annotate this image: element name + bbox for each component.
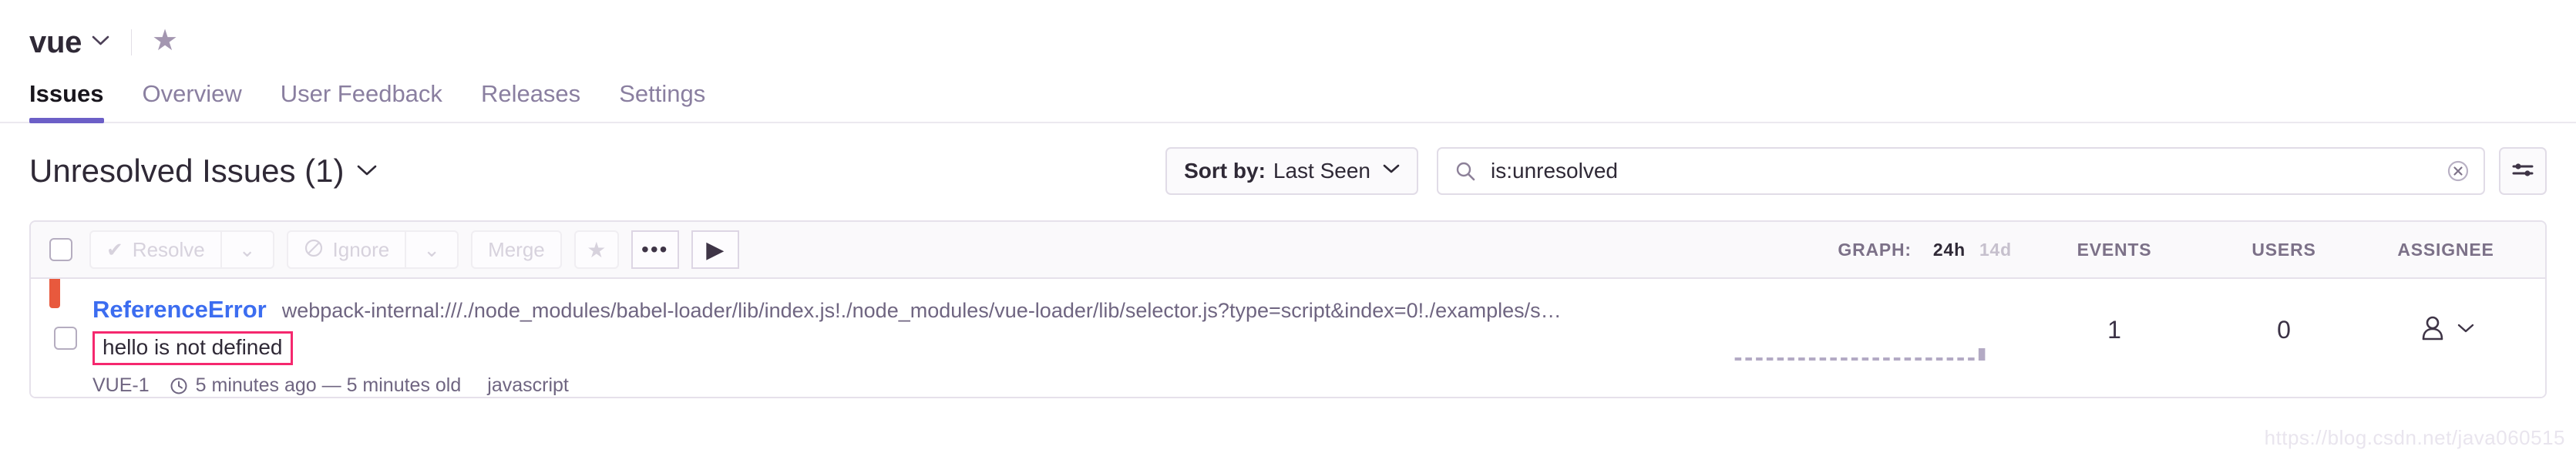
ignore-button[interactable]: Ignore xyxy=(286,230,407,269)
clock-icon xyxy=(170,377,188,395)
sort-chevron-down-icon xyxy=(1383,160,1400,177)
resolve-button[interactable]: ✔ Resolve xyxy=(89,230,222,269)
chevron-down-icon[interactable] xyxy=(92,32,109,49)
user-avatar-icon xyxy=(2417,313,2448,347)
issue-times: 5 minutes ago — 5 minutes old xyxy=(195,374,462,396)
resolve-label: Resolve xyxy=(132,237,205,261)
page-watermark: https://blog.csdn.net/java060515 xyxy=(2264,426,2565,449)
issue-culprit: webpack-internal:///./node_modules/babel… xyxy=(281,299,1562,322)
assignee-chevron-down-icon xyxy=(2457,320,2474,337)
page-title-text: Unresolved Issues (1) xyxy=(29,153,345,189)
issues-toolbar: ✔ Resolve ⌄ Ignore ⌄ Merge ★ ••• ▶ GRAPH… xyxy=(31,222,2545,279)
issue-assignee-selector[interactable] xyxy=(2365,279,2527,347)
merge-button[interactable]: Merge xyxy=(471,230,562,269)
issue-sparkline-chart xyxy=(1733,279,2026,364)
star-icon: ★ xyxy=(587,237,607,262)
search-icon xyxy=(1455,161,1475,181)
chevron-down-icon: ⌄ xyxy=(423,237,441,261)
search-input[interactable] xyxy=(1491,159,2445,183)
ignore-dropdown-button[interactable]: ⌄ xyxy=(406,230,459,269)
graph-column-label: GRAPH: xyxy=(1838,239,1912,260)
tab-user-feedback[interactable]: User Feedback xyxy=(281,80,442,122)
realtime-play-button[interactable]: ▶ xyxy=(691,230,739,269)
users-column-label: USERS xyxy=(2251,239,2316,260)
project-nav-tabs: Issues Overview User Feedback Releases S… xyxy=(0,80,2576,123)
tab-issues[interactable]: Issues xyxy=(29,80,104,123)
search-bar[interactable] xyxy=(1437,147,2485,195)
controls-right: Sort by: Last Seen xyxy=(1165,147,2547,195)
events-column-label: EVENTS xyxy=(2077,239,2152,260)
bookmark-star-icon[interactable]: ★ xyxy=(152,26,178,55)
issues-panel: ✔ Resolve ⌄ Ignore ⌄ Merge ★ ••• ▶ GRAPH… xyxy=(29,220,2547,398)
tab-overview[interactable]: Overview xyxy=(143,80,242,122)
issue-summary: ReferenceError webpack-internal:///./nod… xyxy=(92,279,1733,397)
issue-title-line: ReferenceError webpack-internal:///./nod… xyxy=(92,296,1733,324)
select-all-checkbox[interactable] xyxy=(49,238,72,261)
issue-select-cell xyxy=(31,279,92,350)
page-title-chevron-down-icon[interactable] xyxy=(357,159,377,180)
sliders-icon xyxy=(2510,159,2535,183)
page-title[interactable]: Unresolved Issues (1) xyxy=(29,153,377,190)
bulk-actions: ✔ Resolve ⌄ Ignore ⌄ Merge ★ ••• ▶ xyxy=(89,230,739,269)
issue-type-link[interactable]: ReferenceError xyxy=(92,296,267,324)
sort-by-label: Sort by: xyxy=(1184,159,1266,183)
column-headers: GRAPH: 24h 14d EVENTS USERS ASSIGNEE xyxy=(1838,240,2527,260)
more-actions-button[interactable]: ••• xyxy=(631,230,679,269)
app-header: vue ★ Issues Overview User Feedback Rele… xyxy=(0,0,2576,123)
ellipsis-icon: ••• xyxy=(641,237,669,261)
assignee-column-label: ASSIGNEE xyxy=(2397,239,2494,260)
check-icon: ✔ xyxy=(106,238,123,261)
issue-users-count[interactable]: 0 xyxy=(2203,279,2365,344)
bookmark-button[interactable]: ★ xyxy=(573,230,619,269)
merge-label: Merge xyxy=(488,237,545,261)
controls-bar: Unresolved Issues (1) Sort by: Last Seen xyxy=(0,129,2576,213)
filter-settings-button[interactable] xyxy=(2499,147,2547,195)
organization-row: vue ★ xyxy=(29,20,2576,65)
graph-period-24h[interactable]: 24h xyxy=(1933,240,1966,260)
sort-by-dropdown[interactable]: Sort by: Last Seen xyxy=(1165,147,1418,195)
tab-settings[interactable]: Settings xyxy=(619,80,705,122)
issue-metadata: VUE-1 5 minutes ago — 5 minutes old java… xyxy=(92,374,1733,397)
clear-search-icon[interactable] xyxy=(2445,158,2471,184)
tab-releases[interactable]: Releases xyxy=(481,80,580,122)
chevron-down-icon: ⌄ xyxy=(238,237,256,261)
play-icon: ▶ xyxy=(706,237,725,263)
ignore-label: Ignore xyxy=(332,237,390,261)
header-divider xyxy=(131,29,133,55)
issue-row[interactable]: ReferenceError webpack-internal:///./nod… xyxy=(31,279,2545,397)
issue-events-count[interactable]: 1 xyxy=(2026,279,2203,344)
resolve-dropdown-button[interactable]: ⌄ xyxy=(221,230,274,269)
issue-message: hello is not defined xyxy=(92,331,293,365)
graph-period-14d[interactable]: 14d xyxy=(1979,240,2012,260)
ban-icon xyxy=(304,238,324,261)
issue-short-id: VUE-1 xyxy=(92,374,150,396)
sort-by-value: Last Seen xyxy=(1273,159,1370,183)
issue-level-indicator xyxy=(49,279,60,308)
issue-checkbox[interactable] xyxy=(54,327,77,350)
issue-platform-tag: javascript xyxy=(487,374,569,396)
org-name[interactable]: vue xyxy=(29,25,82,60)
